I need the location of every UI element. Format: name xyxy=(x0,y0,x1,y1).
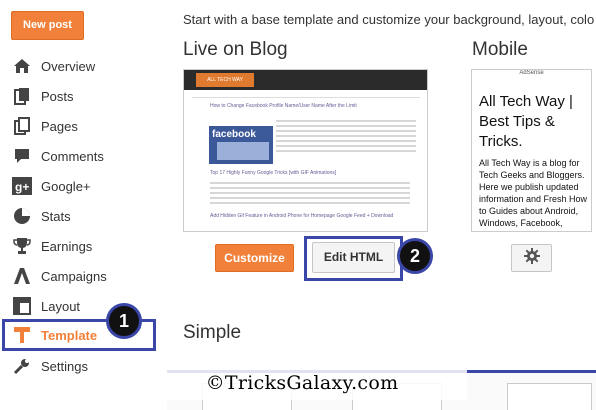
template-intro-text: Start with a base template and customize… xyxy=(183,12,595,27)
sidebar-item-overview[interactable]: Overview xyxy=(0,51,168,81)
new-post-button[interactable]: New post xyxy=(11,11,84,40)
layout-icon xyxy=(11,295,33,317)
preview-post-title: How to Change Facebook Profile Name/User… xyxy=(210,103,357,109)
watermark: ©TricksGalaxy.com xyxy=(137,366,467,400)
mobile-title: Mobile xyxy=(472,39,528,60)
customize-button[interactable]: Customize xyxy=(215,244,294,272)
svg-text:g+: g+ xyxy=(15,180,29,194)
sidebar-item-layout[interactable]: Layout xyxy=(0,291,168,321)
desktop-template-preview[interactable]: ALL TECH WAY How to Change Facebook Prof… xyxy=(183,69,428,232)
pages-icon xyxy=(11,115,33,137)
simple-template-thumb[interactable] xyxy=(507,383,592,410)
sidebar-item-label: Stats xyxy=(41,208,71,224)
preview-post-title: Top 17 Highly Funny Google Tricks [with … xyxy=(210,170,337,176)
step-badge-2: 2 xyxy=(397,238,433,274)
mobile-preview-title: All Tech Way | Best Tips & Tricks. xyxy=(479,93,573,150)
trophy-icon xyxy=(11,235,33,257)
preview-text-lines xyxy=(276,120,416,155)
home-icon xyxy=(11,55,33,77)
live-on-blog-title: Live on Blog xyxy=(183,39,288,60)
campaigns-icon xyxy=(11,265,33,287)
google-plus-icon: g+ xyxy=(11,175,33,197)
stats-icon xyxy=(11,205,33,227)
posts-icon xyxy=(11,85,33,107)
facebook-image: facebook xyxy=(209,126,273,164)
sidebar-item-label: Posts xyxy=(41,88,74,104)
sidebar-item-campaigns[interactable]: Campaigns xyxy=(0,261,168,291)
sidebar-item-pages[interactable]: Pages xyxy=(0,111,168,141)
preview-nav xyxy=(192,92,420,98)
sidebar-item-label: Pages xyxy=(41,118,78,134)
sidebar-item-label: Comments xyxy=(41,148,104,164)
sidebar-item-label: Layout xyxy=(41,298,81,314)
sidebar-item-google-plus[interactable]: g+ Google+ xyxy=(0,171,168,201)
sidebar-item-comments[interactable]: Comments xyxy=(0,141,168,171)
sidebar-item-label: Settings xyxy=(41,358,88,374)
sidebar-item-label: Campaigns xyxy=(41,268,107,284)
edit-html-button[interactable]: Edit HTML xyxy=(312,242,395,273)
mobile-preview-description: All Tech Way is a blog for Tech Geeks an… xyxy=(479,158,588,231)
gear-icon xyxy=(523,247,540,269)
sidebar-item-label: Google+ xyxy=(41,178,91,194)
sidebar-item-earnings[interactable]: Earnings xyxy=(0,231,168,261)
preview-header: ALL TECH WAY xyxy=(184,70,427,90)
wrench-icon xyxy=(11,355,33,377)
mobile-settings-button[interactable] xyxy=(511,244,552,272)
preview-logo: ALL TECH WAY xyxy=(196,73,254,87)
sidebar-item-label: Earnings xyxy=(41,238,93,254)
comment-icon xyxy=(11,145,33,167)
sidebar-item-label: Overview xyxy=(41,58,96,74)
sidebar-item-stats[interactable]: Stats xyxy=(0,201,168,231)
mobile-template-preview[interactable]: AdSense All Tech Way | Best Tips & Trick… xyxy=(471,69,592,232)
preview-post-title: Add Hidden Gif Feature in Android Phone … xyxy=(210,213,394,219)
preview-text-lines xyxy=(210,182,410,207)
facebook-image-text: facebook xyxy=(212,129,256,140)
sidebar-item-posts[interactable]: Posts xyxy=(0,81,168,111)
mobile-preview-top-text: AdSense xyxy=(519,70,544,76)
simple-title: Simple xyxy=(183,322,242,343)
step-badge-1: 1 xyxy=(106,303,142,339)
